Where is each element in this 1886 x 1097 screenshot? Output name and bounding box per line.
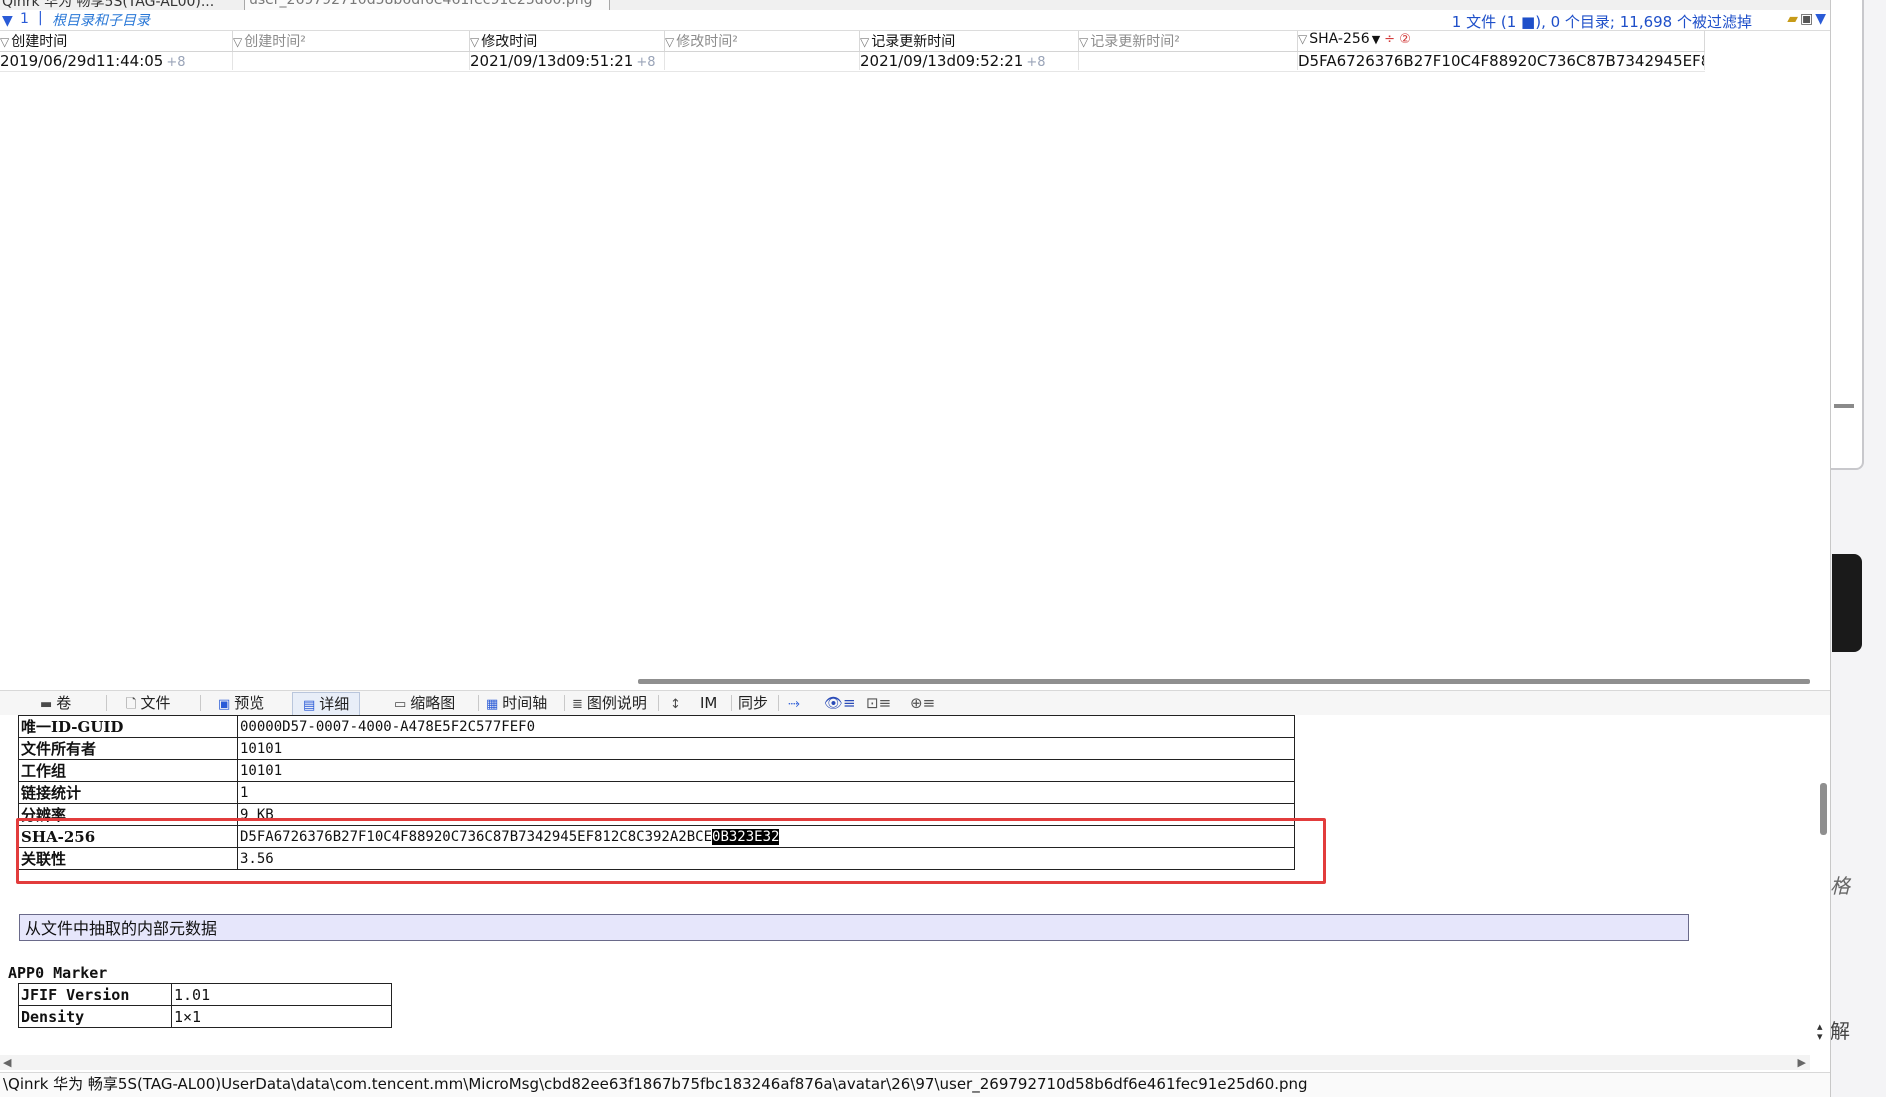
jfif-table: JFIF Version 1.01 Density 1×1	[18, 983, 392, 1028]
details-icon: ▤	[303, 698, 316, 713]
filter-icon[interactable]: ▽	[1079, 35, 1088, 49]
filter-bar: ▼ 1 | 根目录和子目录 1 文件 (1 ■), 0 个目录; 11,698 …	[0, 10, 1830, 31]
property-value: 10101	[237, 759, 1295, 782]
column-record-updated[interactable]: ▽ 记录更新时间	[860, 31, 1079, 51]
xways-window: Qinrk 华为 畅享5S(TAG-AL00)... user_26979271…	[0, 0, 1831, 1097]
file-icon: 🗋	[126, 697, 137, 712]
table-row: 工作组 10101	[18, 759, 1295, 782]
cell-record-updated: 2021/09/13d09:52:21 +8	[860, 52, 1079, 70]
folder-icon[interactable]: ▰	[1787, 11, 1798, 27]
column-created2[interactable]: ▽ 创建时间²	[233, 31, 470, 51]
cell-sha256: D5FA6726376B27F10C4F88920C736C87B7342945…	[1298, 52, 1705, 70]
property-key: 工作组	[18, 759, 238, 782]
column-record-updated2[interactable]: ▽ 记录更新时间²	[1079, 31, 1298, 51]
tab-legend[interactable]: ≣ 图例说明	[572, 692, 647, 714]
highlight-box	[16, 818, 1326, 884]
table-row: Density 1×1	[18, 1005, 392, 1028]
property-key: 链接统计	[18, 781, 238, 804]
cell-created: 2019/06/29d11:44:05 +8	[0, 52, 233, 70]
column-modified[interactable]: ▽ 修改时间	[470, 31, 665, 51]
property-value: 10101	[237, 737, 1295, 760]
property-key: 文件所有者	[18, 737, 238, 760]
horizontal-scrollbar[interactable]	[638, 679, 1810, 684]
tab-thumbnails[interactable]: ▭ 缩略图	[394, 692, 455, 714]
scroll-arrows-icon[interactable]: ▴ ▾	[1817, 1021, 1823, 1042]
filter-tools: ▰ ▣ ▼	[1785, 11, 1826, 27]
legend-icon: ≣	[572, 697, 583, 712]
metadata-key: Density	[18, 1005, 172, 1028]
preview-icon: ▣	[218, 697, 231, 712]
vertical-scrollbar[interactable]	[1820, 783, 1827, 835]
view-tab-bar: ▬ 卷 🗋 文件 ▣ 预览 ▤ 详细 ▭ 缩略图 ▦ 时间轴 ≣ 图例说明 ↕ IM 同步 ⤑…	[0, 690, 1830, 716]
filter-icon[interactable]: ▽	[0, 35, 9, 49]
search-list-icon[interactable]: ⊡≡	[866, 692, 891, 714]
sort-marker: ÷ ②	[1384, 32, 1411, 47]
filter-icon[interactable]: ▽	[233, 35, 242, 49]
tab-file[interactable]: 🗋 文件	[126, 692, 170, 714]
filter-icon[interactable]: ▽	[470, 35, 479, 49]
tab-volume[interactable]: ▬ 卷	[40, 692, 71, 714]
table-row: 文件所有者 10101	[18, 737, 1295, 760]
metadata-value: 1.01	[171, 983, 392, 1006]
status-bar-path: \Qinrk 华为 畅享5S(TAG-AL00)UserData\data\co…	[0, 1072, 1830, 1097]
column-modified2[interactable]: ▽ 修改时间²	[665, 31, 860, 51]
cell-record-updated2	[1079, 52, 1298, 70]
background-text: 解	[1830, 1019, 1850, 1043]
save-icon[interactable]: ▣	[1800, 11, 1813, 27]
property-value: 1	[237, 781, 1295, 804]
updown-icon: ↕	[670, 697, 681, 712]
filter-count: 1	[20, 11, 29, 27]
filter-icon[interactable]: ▽	[1298, 32, 1307, 46]
tab-sync[interactable]: 同步	[738, 692, 768, 714]
property-key: 唯一ID-GUID	[18, 715, 238, 738]
filter-icon[interactable]: ▽	[665, 35, 674, 49]
cell-modified2	[665, 52, 860, 70]
details-horizontal-scrollbar[interactable]: ◀ ▶	[0, 1055, 1810, 1070]
tab-im[interactable]: IM	[700, 692, 717, 714]
filter-separator: |	[38, 10, 43, 26]
table-row[interactable]: 2019/06/29d11:44:05 +8 2021/09/13d09:51:2…	[0, 51, 1705, 72]
column-headers: ▽ 创建时间 ▽ 创建时间² ▽ 修改时间 ▽ 修改时间² ▽ 记录更新时间 ▽ 记录更新时…	[0, 31, 1705, 52]
filter-toggle-icon[interactable]: ▼	[1815, 11, 1826, 27]
scroll-left-icon[interactable]: ◀	[3, 1056, 11, 1069]
column-sha256[interactable]: ▽ SHA-256 ▼ ÷ ②	[1298, 31, 1705, 51]
table-row: 唯一ID-GUID 00000D57-0007-4000-A478E5F2C577…	[18, 715, 1295, 738]
tab-preview[interactable]: ▣ 预览	[218, 692, 264, 714]
arrow-right-icon[interactable]: ⤑	[788, 692, 800, 714]
background-text: 格	[1830, 874, 1850, 898]
binoculars-icon[interactable]: 👁≡	[824, 692, 856, 714]
tab-details[interactable]: ▤ 详细	[292, 692, 361, 715]
tab-timeline[interactable]: ▦ 时间轴	[486, 692, 547, 714]
filter-status: 1 文件 (1 ■), 0 个目录; 11,698 个被过滤掉	[1451, 13, 1752, 31]
thumbnail-icon: ▭	[394, 697, 407, 712]
scope-link[interactable]: 根目录和子目录	[52, 10, 150, 30]
filter-icon[interactable]: ▽	[860, 35, 869, 49]
metadata-value: 1×1	[171, 1005, 392, 1028]
scroll-right-icon[interactable]: ▶	[1798, 1056, 1806, 1069]
column-created[interactable]: ▽ 创建时间	[0, 31, 233, 51]
background-black-tab	[1832, 554, 1862, 652]
filter-icon[interactable]: ▼	[2, 13, 13, 29]
tab-updown[interactable]: ↕	[670, 692, 685, 714]
table-row: 链接统计 1	[18, 781, 1295, 804]
volume-icon: ▬	[40, 697, 53, 712]
target-icon[interactable]: ⊕≡	[910, 692, 935, 714]
app0-marker-label: APP0 Marker	[8, 964, 108, 982]
background-dash	[1834, 404, 1854, 408]
metadata-section-header: 从文件中抽取的内部元数据	[19, 914, 1689, 941]
timeline-icon: ▦	[486, 697, 499, 712]
cell-created2	[233, 52, 470, 70]
metadata-key: JFIF Version	[18, 983, 172, 1006]
property-value: 00000D57-0007-4000-A478E5F2C577FEF0	[237, 715, 1295, 738]
table-row: JFIF Version 1.01	[18, 983, 392, 1006]
sort-arrow-icon[interactable]: ▼	[1372, 33, 1380, 46]
cell-modified: 2021/09/13d09:51:21 +8	[470, 52, 665, 70]
